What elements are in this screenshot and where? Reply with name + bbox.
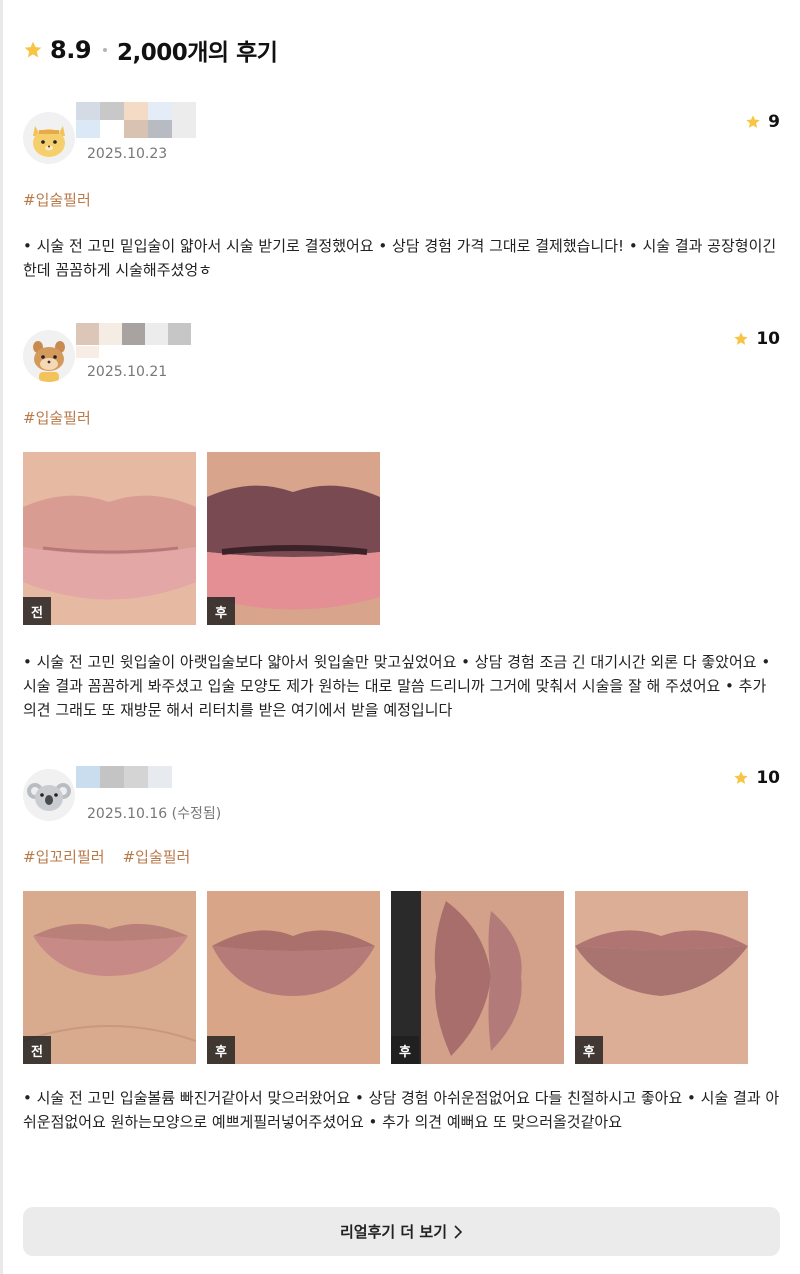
before-after-label: 후 [391,1036,419,1064]
review-photo[interactable]: 전 [23,452,196,625]
review-card: 2025.10.16 (수정됨) 10 #입꼬리필러 #입술필러 전 후 후 후… [23,760,780,1180]
chevron-right-icon [454,1224,463,1239]
before-after-label: 전 [23,1036,51,1064]
star-icon [746,115,760,128]
review-summary: 8.9 2,000개의 후기 [23,30,278,70]
tag-label[interactable]: #입꼬리필러 [23,846,105,867]
before-after-label: 후 [207,597,235,625]
blurred-username [76,766,216,802]
review-date: 2025.10.16 (수정됨) [87,806,222,822]
koala-avatar-icon [23,769,75,821]
review-date: 2025.10.23 [87,146,168,162]
star-icon [734,771,748,784]
tag-label[interactable]: #입술필러 [123,846,191,867]
star-icon [24,41,42,58]
review-count: 2,000개의 후기 [117,40,278,66]
rating-value: 10 [756,329,780,349]
review-rating: 10 [733,329,780,349]
left-divider [0,0,3,1274]
review-photo[interactable]: 전 [23,891,196,1064]
more-reviews-label: 리얼후기 더 보기 [339,1223,448,1241]
review-photo[interactable]: 후 [391,891,564,1064]
review-rating: 9 [745,112,780,132]
tag-label[interactable]: #입술필러 [23,189,91,210]
before-after-label: 전 [23,597,51,625]
review-rating: 10 [733,768,780,788]
before-after-label: 후 [575,1036,603,1064]
more-reviews-button[interactable]: 리얼후기 더 보기 [23,1207,780,1256]
review-card: 2025.10.21 10 #입술필러 전 후 • 시술 전 고민 윗입술이 아… [23,320,780,740]
review-photo[interactable]: 후 [575,891,748,1064]
review-text: • 시술 전 고민 윗입술이 아랫입술보다 얇아서 윗입술만 맞고싶었어요 • … [23,653,771,719]
star-icon [734,332,748,345]
before-after-label: 후 [207,1036,235,1064]
review-text: • 시술 전 고민 밑입술이 얇아서 시술 받기로 결정했어요 • 상담 경험 … [23,237,777,279]
cat-avatar-icon [23,112,75,164]
review-tags: #입술필러 [23,407,91,428]
squirrel-avatar-icon [23,330,75,382]
review-photos: 전 후 [23,452,380,625]
tag-label[interactable]: #입술필러 [23,407,91,428]
review-photo[interactable]: 후 [207,891,380,1064]
rating-value: 10 [756,768,780,788]
review-date: 2025.10.21 [87,364,168,380]
review-card: 2025.10.23 9 #입술필러 • 시술 전 고민 밑입술이 얇아서 시술… [23,100,780,300]
blurred-username [76,323,216,359]
rating-value: 9 [768,112,780,132]
review-tags: #입꼬리필러 #입술필러 [23,846,190,867]
average-score: 8.9 [50,36,92,64]
blurred-username [76,102,216,138]
review-tags: #입술필러 [23,189,91,210]
separator-dot [103,48,108,52]
review-text: • 시술 전 고민 입술볼륨 빠진거같아서 맞으러왔어요 • 상담 경험 아쉬운… [23,1089,780,1131]
review-photos: 전 후 후 후 [23,891,748,1064]
review-photo[interactable]: 후 [207,452,380,625]
